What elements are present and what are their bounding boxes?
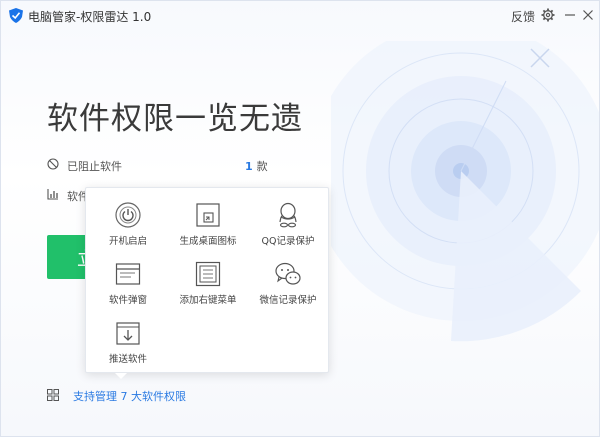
blocked-count-unit: 款 [256,160,268,173]
blocked-count: 1款 [245,158,268,174]
permissions-popup: 开机启启 生成桌面图标 QQ记录保护 软件弹窗 添加右键菜单 微信记录保护 推送… [85,187,329,373]
popup-item-context-menu[interactable]: 添加右键菜单 [168,261,248,317]
popup-window-icon [115,263,141,285]
popup-item-label: QQ记录保护 [261,236,315,247]
popup-item-label: 微信记录保护 [259,295,317,306]
popup-item-startup[interactable]: 开机启启 [88,202,168,258]
blocked-software-row: 已阻止软件 [47,157,247,173]
radar-illustration [331,41,599,342]
minimize-icon[interactable] [563,8,577,22]
blocked-count-value: 1 [245,160,253,173]
popup-arrow [115,373,127,379]
blocked-software-label: 已阻止软件 [67,160,122,173]
app-title: 电脑管家-权限雷达 1.0 [28,10,152,24]
popup-item-label: 添加右键菜单 [179,295,237,306]
shield-logo-icon [9,8,23,23]
popup-item-qq-protect[interactable]: QQ记录保护 [248,202,328,258]
desktop-shortcut-icon [196,203,220,227]
support-permissions-link[interactable]: 支持管理 7 大软件权限 [73,388,186,404]
title-bar: 电脑管家-权限雷达 1.0 反馈 [1,1,599,31]
blocked-icon [47,158,59,170]
popup-item-desktop-shortcut[interactable]: 生成桌面图标 [168,202,248,258]
popup-item-label: 生成桌面图标 [179,236,237,247]
popup-item-label: 推送软件 [108,354,147,365]
popup-item-label: 开机启启 [108,236,147,247]
bar-chart-icon [47,189,58,200]
close-icon[interactable] [581,8,595,22]
download-box-icon [116,322,140,345]
wechat-icon [275,262,301,285]
popup-item-popup-window[interactable]: 软件弹窗 [88,261,168,317]
popup-item-wechat-protect[interactable]: 微信记录保护 [248,261,328,317]
page-headline: 软件权限一览无遗 [47,101,303,137]
feedback-button[interactable]: 反馈 [511,8,535,25]
qq-icon [279,202,297,228]
context-menu-icon [195,261,221,287]
power-icon [115,202,141,228]
grid-icon [47,389,59,401]
popup-item-label: 软件弹窗 [108,295,147,306]
popup-item-push-software[interactable]: 推送软件 [88,320,168,376]
main-window: 电脑管家-权限雷达 1.0 反馈 软件权限一览无遗 已阻止软件 1 款 软件 支… [0,0,600,437]
gear-icon[interactable] [541,8,555,22]
